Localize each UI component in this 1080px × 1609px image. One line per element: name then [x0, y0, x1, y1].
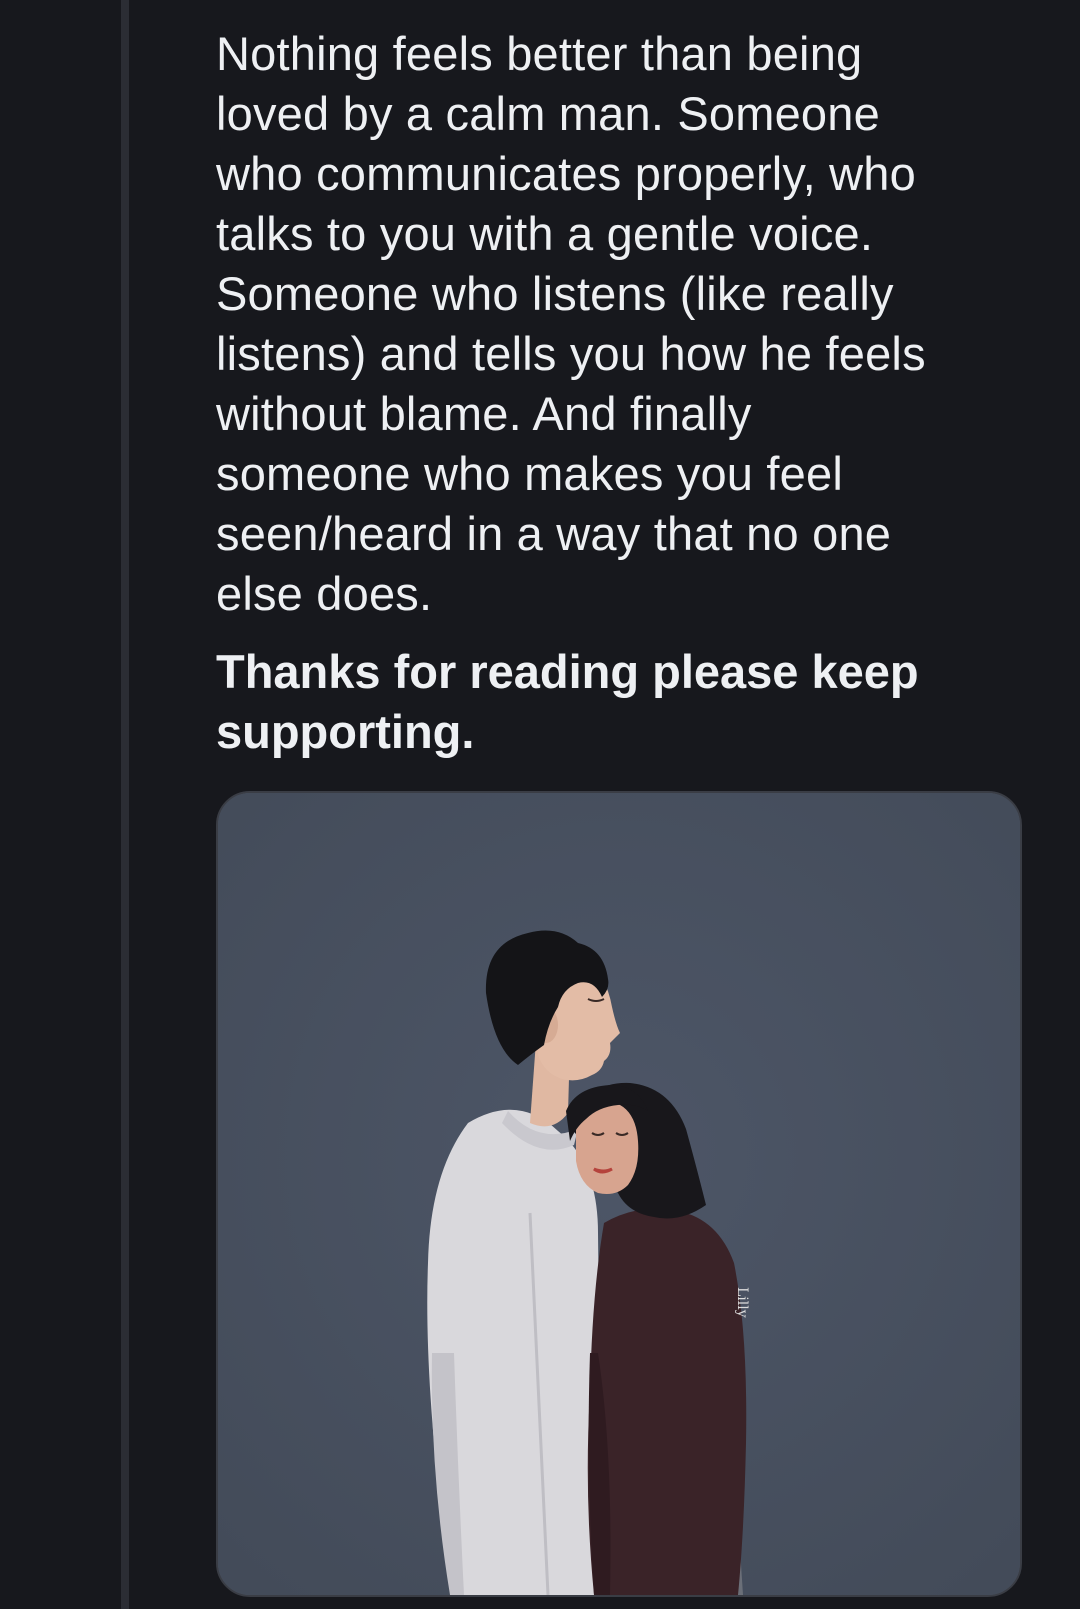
post-body-line: listens) and tells you how he feels	[216, 327, 926, 380]
post-body-line: talks to you with a gentle voice.	[216, 207, 874, 260]
post-body-line: loved by a calm man. Someone	[216, 87, 880, 140]
post-body: Nothing feels better than being loved by…	[216, 24, 1016, 624]
couple-illustration: Lilly	[218, 793, 1020, 1595]
post-body-line: Someone who listens (like really	[216, 267, 894, 320]
post-body-line: who communicates properly, who	[216, 147, 916, 200]
post-image[interactable]: Lilly	[216, 791, 1022, 1597]
post-body-line: seen/heard in a way that no one	[216, 507, 892, 560]
post-body-line: someone who makes you feel	[216, 447, 843, 500]
thread-connector-line	[121, 0, 129, 1609]
post-closing-text: Thanks for reading please keep supportin…	[216, 645, 919, 758]
post-body-line: Nothing feels better than being	[216, 27, 863, 80]
post-body-line: else does.	[216, 567, 433, 620]
post-body-line: without blame. And finally	[216, 387, 752, 440]
artist-signature: Lilly	[734, 1287, 750, 1318]
post-content: Nothing feels better than being loved by…	[216, 24, 1016, 809]
